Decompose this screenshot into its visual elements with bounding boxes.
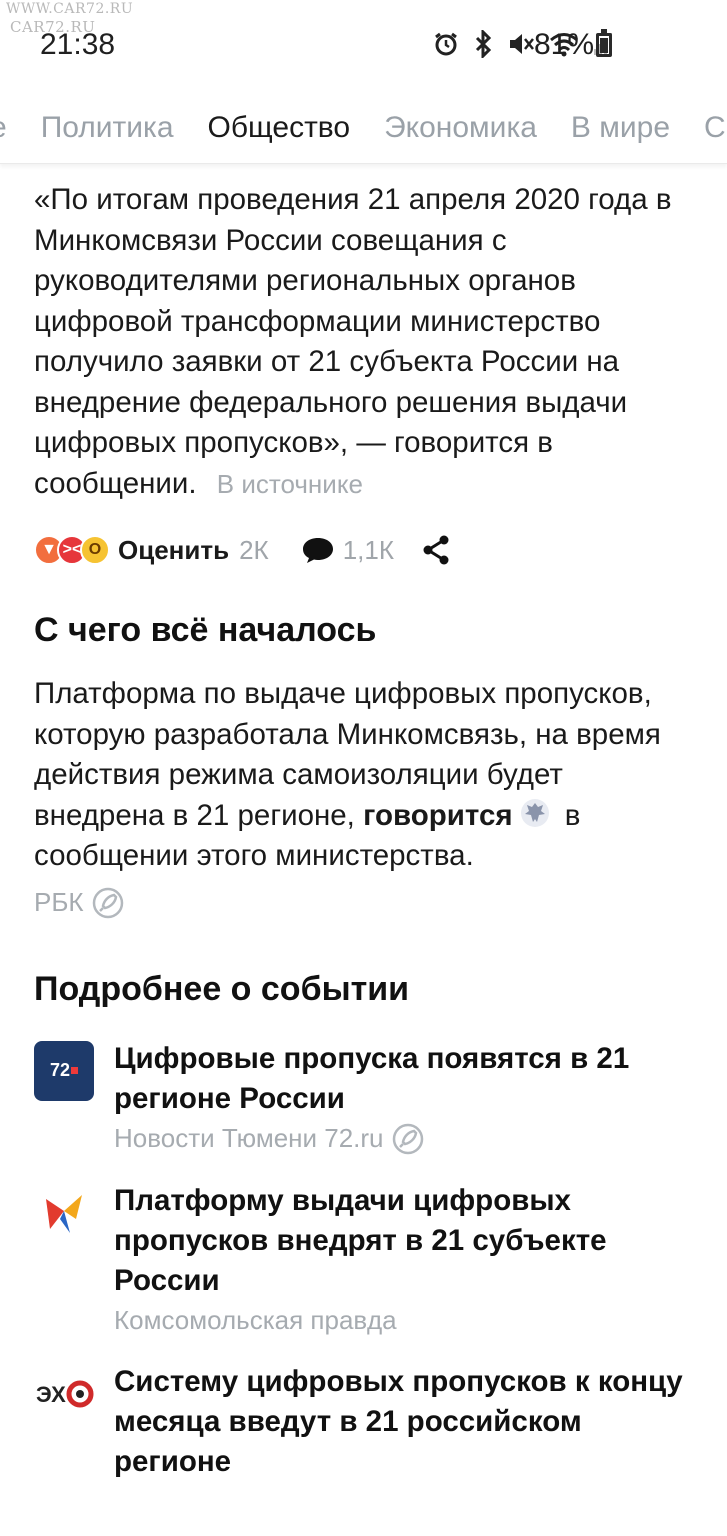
news-item[interactable]: Платформу выдачи цифровых пропусков внед… bbox=[34, 1181, 694, 1336]
rocket-icon bbox=[392, 1123, 423, 1154]
comment-count: 1,1К bbox=[342, 534, 394, 565]
mute-icon bbox=[507, 31, 535, 65]
news-body: Платформу выдачи цифровых пропусков внед… bbox=[114, 1181, 694, 1336]
svg-text:ЭХ: ЭХ bbox=[36, 1382, 66, 1407]
news-title[interactable]: Цифровые пропуска появятся в 21 регионе … bbox=[114, 1039, 694, 1119]
related-news-list: 72 Цифровые пропуска появятся в 21 регио… bbox=[34, 1039, 694, 1482]
reaction-bar: ▼ >< O Оценить 2К 1,1К bbox=[34, 530, 694, 570]
tab-0[interactable]: е bbox=[0, 111, 7, 145]
news-logo-kp bbox=[34, 1183, 94, 1243]
battery-percent: 81% bbox=[534, 28, 595, 61]
source-link[interactable]: В источнике bbox=[217, 469, 363, 499]
news-source-name: Комсомольская правда bbox=[114, 1304, 397, 1335]
news-logo-72ru: 72 bbox=[34, 1040, 94, 1101]
tab-1[interactable]: Политика bbox=[41, 111, 174, 145]
news-logo-text: 72 bbox=[49, 1060, 71, 1080]
news-logo-echo: ЭХ bbox=[34, 1364, 94, 1424]
alarm-icon bbox=[433, 31, 459, 65]
comment-icon[interactable] bbox=[301, 535, 335, 565]
section-more-title: Подробнее о событии bbox=[34, 969, 410, 1008]
rate-count: 2К bbox=[239, 534, 269, 565]
news-body: Систему цифровых пропусков к концу месяц… bbox=[114, 1362, 694, 1482]
origin-source[interactable]: РБК bbox=[34, 887, 694, 919]
tab-4[interactable]: В мире bbox=[571, 111, 670, 145]
news-source-name: Новости Тюмени 72.ru bbox=[114, 1123, 384, 1153]
news-source: Новости Тюмени 72.ru bbox=[114, 1123, 694, 1155]
battery-fill bbox=[600, 38, 608, 53]
tab-3[interactable]: Экономика bbox=[384, 111, 537, 145]
category-tabs: е Политика Общество Экономика В мире С bbox=[0, 92, 727, 164]
news-item[interactable]: 72 Цифровые пропуска появятся в 21 регио… bbox=[34, 1039, 694, 1155]
reaction-emojis[interactable]: ▼ >< O bbox=[34, 535, 110, 565]
battery-icon bbox=[596, 29, 612, 57]
surprised-emoji-icon: O bbox=[80, 535, 110, 565]
watermark-line1: WWW.CAR72.RU bbox=[6, 1, 134, 17]
rate-button[interactable]: Оценить bbox=[118, 535, 229, 566]
tab-5[interactable]: С bbox=[704, 111, 726, 145]
bluetooth-icon bbox=[473, 28, 493, 66]
news-logo-dot bbox=[71, 1067, 79, 1074]
article-quote: «По итогам проведения 21 апреля 2020 год… bbox=[34, 180, 694, 504]
watermark-line2: CAR72.RU bbox=[10, 18, 96, 36]
russian-emblem-icon bbox=[520, 798, 549, 827]
news-item[interactable]: ЭХ Систему цифровых пропусков к концу ме… bbox=[34, 1362, 694, 1482]
origin-source-name: РБК bbox=[34, 887, 84, 917]
news-source: Комсомольская правда bbox=[114, 1305, 694, 1336]
section-origin-title: С чего всё началось bbox=[34, 611, 377, 649]
rocket-icon bbox=[92, 887, 123, 918]
article-content: «По итогам проведения 21 апреля 2020 год… bbox=[34, 180, 694, 1508]
quote-text: «По итогам проведения 21 апреля 2020 год… bbox=[34, 183, 672, 500]
news-body: Цифровые пропуска появятся в 21 регионе … bbox=[114, 1039, 694, 1155]
origin-text-bold-link[interactable]: говорится bbox=[363, 799, 513, 832]
news-title[interactable]: Систему цифровых пропусков к концу месяц… bbox=[114, 1362, 694, 1482]
section-origin-text: Платформа по выдаче цифровых пропусков, … bbox=[34, 674, 694, 877]
share-icon[interactable] bbox=[420, 534, 452, 566]
watermark: WWW.CAR72.RU CAR72.RU bbox=[6, 0, 133, 36]
tab-2[interactable]: Общество bbox=[208, 111, 351, 145]
news-title[interactable]: Платформу выдачи цифровых пропусков внед… bbox=[114, 1181, 694, 1301]
